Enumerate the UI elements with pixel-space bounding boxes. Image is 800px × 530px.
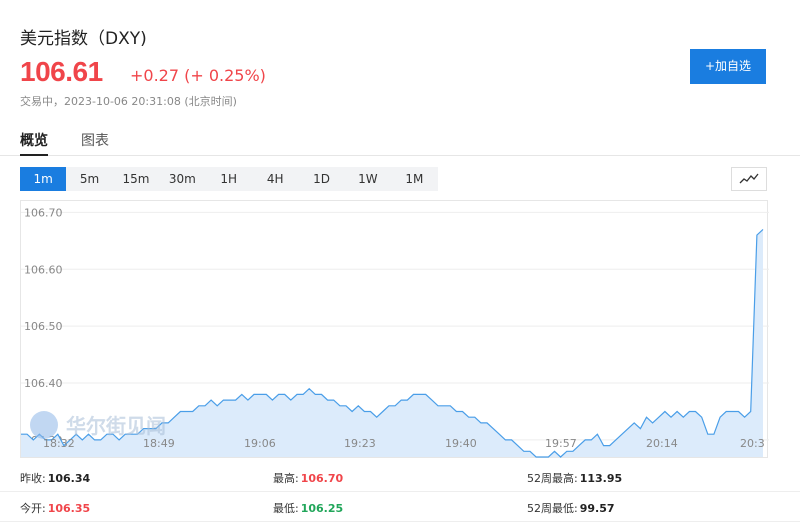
y-tick-label: 106.60 <box>24 263 63 276</box>
x-tick-label: 20:3 <box>740 437 765 450</box>
watermark-logo-icon <box>30 410 58 439</box>
stat-label: 最高: <box>273 472 299 485</box>
x-tick-label: 19:57 <box>545 437 577 450</box>
page-title: 美元指数（DXY) <box>20 29 147 49</box>
period-15m[interactable]: 15m <box>113 167 159 191</box>
stats-row: 昨收: 106.34 最高: 106.70 52周最高: 113.95 <box>0 462 800 492</box>
stat-low: 最低: 106.25 <box>273 500 343 516</box>
period-5m[interactable]: 5m <box>66 167 112 191</box>
watermark-text: 华尔街见闻 <box>66 414 166 438</box>
watermark: 华尔街见闻 <box>30 410 166 439</box>
stat-value: 106.35 <box>47 502 91 515</box>
stat-label: 今开: <box>20 502 46 515</box>
chart-type-button[interactable] <box>731 167 767 191</box>
add-watchlist-button[interactable]: +加自选 <box>690 49 766 84</box>
stat-open: 今开: 106.35 <box>20 500 90 516</box>
x-tick-label: 20:14 <box>646 437 678 450</box>
stat-label: 52周最高: <box>527 472 578 485</box>
period-30m[interactable]: 30m <box>159 167 205 191</box>
x-tick-label: 19:23 <box>344 437 376 450</box>
stat-value: 106.70 <box>300 472 344 485</box>
tab-active-indicator <box>20 154 48 156</box>
tab-bar: 概览 图表 <box>0 126 800 156</box>
stat-label: 昨收: <box>20 472 46 485</box>
tab-chart[interactable]: 图表 <box>81 130 109 150</box>
line-chart-icon <box>739 173 759 184</box>
stat-prev-close: 昨收: 106.34 <box>20 470 90 486</box>
price-change: +0.27 (+ 0.25%) <box>130 66 266 85</box>
stat-52w-low: 52周最低: 99.57 <box>527 500 615 516</box>
period-1mo[interactable]: 1M <box>391 167 437 191</box>
period-selector: 1m 5m 15m 30m 1H 4H 1D 1W 1M <box>20 167 438 191</box>
period-1h[interactable]: 1H <box>206 167 252 191</box>
y-tick-label: 106.50 <box>24 320 63 333</box>
trading-status: 交易中，2023-10-06 20:31:08 (北京时间) <box>20 95 237 108</box>
stat-high: 最高: 106.70 <box>273 470 343 486</box>
tab-overview[interactable]: 概览 <box>20 130 48 150</box>
period-1w[interactable]: 1W <box>345 167 391 191</box>
stat-value: 113.95 <box>579 472 623 485</box>
period-1d[interactable]: 1D <box>298 167 344 191</box>
stat-value: 99.57 <box>579 502 615 515</box>
stat-label: 52周最低: <box>527 502 578 515</box>
period-1m[interactable]: 1m <box>20 167 67 191</box>
stats-row: 今开: 106.35 最低: 106.25 52周最低: 99.57 <box>0 492 800 522</box>
x-tick-label: 19:06 <box>244 437 276 450</box>
stat-label: 最低: <box>273 502 299 515</box>
current-price: 106.61 <box>20 56 103 87</box>
period-4h[interactable]: 4H <box>252 167 298 191</box>
stat-value: 106.34 <box>47 472 91 485</box>
stat-value: 106.25 <box>300 502 344 515</box>
y-tick-label: 106.70 <box>24 206 63 219</box>
x-tick-label: 19:40 <box>445 437 477 450</box>
stat-52w-high: 52周最高: 113.95 <box>527 470 622 486</box>
y-tick-label: 106.40 <box>24 377 63 390</box>
